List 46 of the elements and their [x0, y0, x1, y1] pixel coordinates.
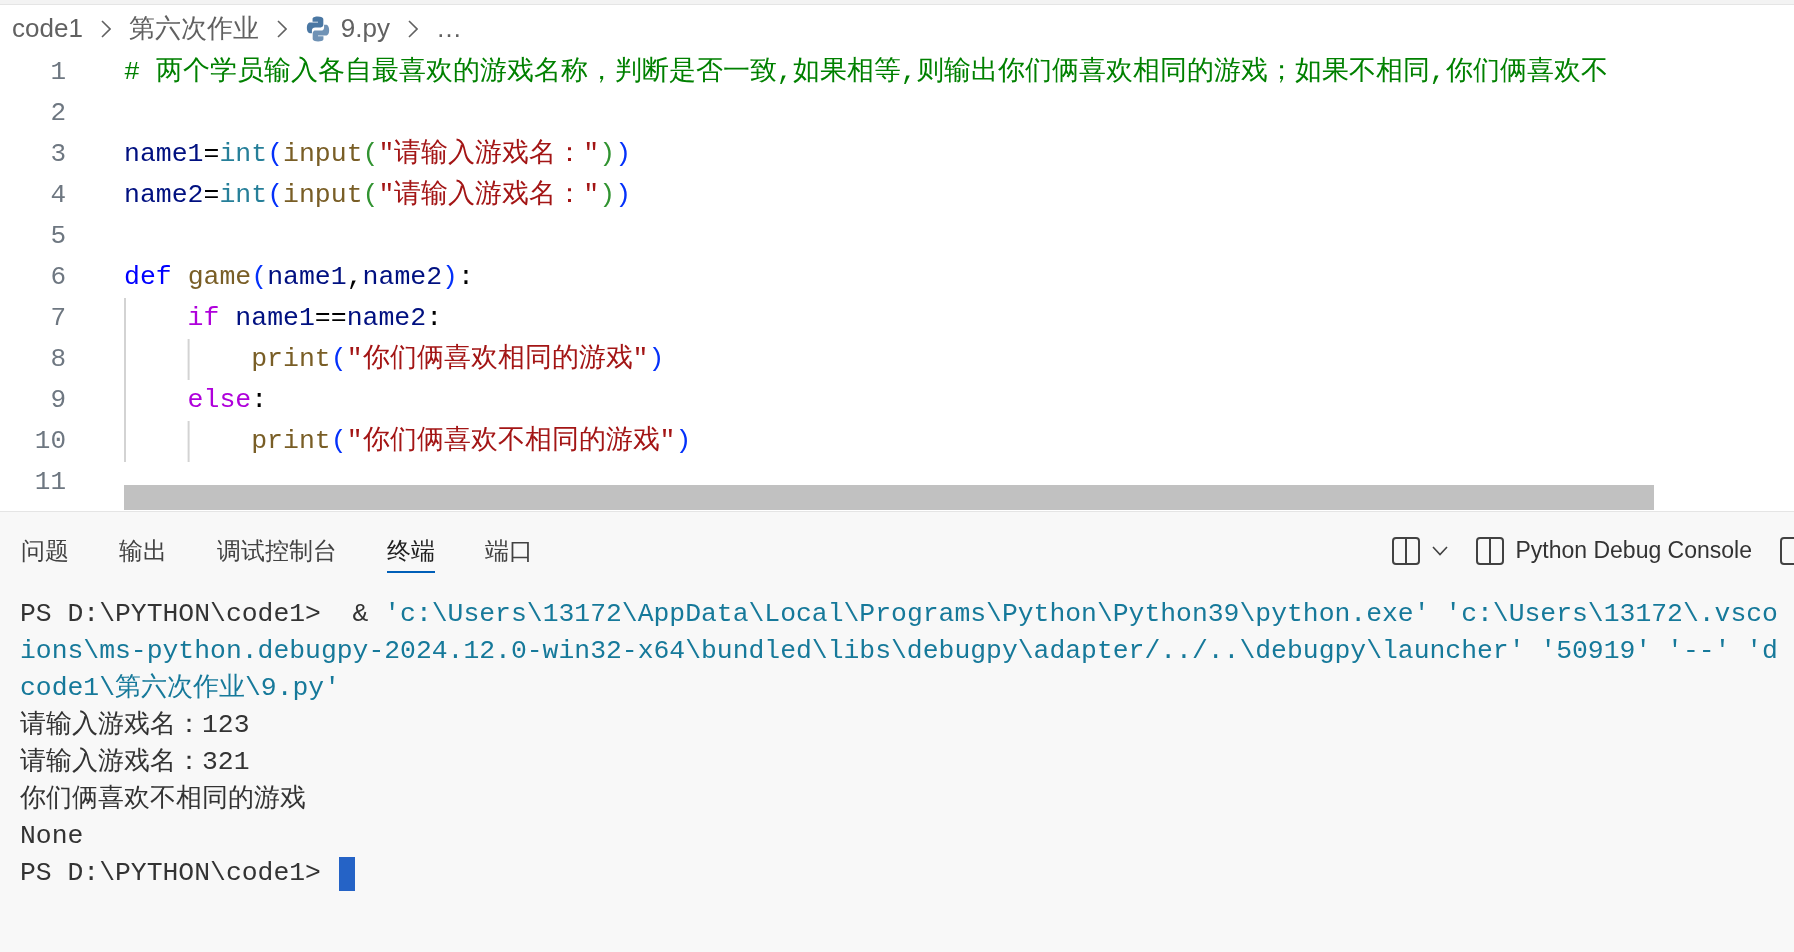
line-number: 5 — [50, 220, 66, 253]
panel-tab[interactable]: 终端 — [387, 528, 435, 573]
terminal-line: 请输入游戏名：321 — [20, 746, 250, 779]
scrollbar-thumb[interactable] — [124, 485, 1654, 510]
line-number: 11 — [34, 466, 66, 499]
line-number: 7 — [50, 302, 66, 335]
line-number: 6 — [50, 261, 66, 294]
chevron-right-icon — [408, 19, 418, 38]
chevron-down-icon[interactable] — [1432, 545, 1449, 556]
line-number: 4 — [50, 179, 66, 212]
code-line: if name1==name2: — [187, 302, 443, 335]
panel-tab[interactable]: 问题 — [21, 528, 69, 573]
terminal-line: PS D:\PYTHON\code1> — [20, 857, 321, 890]
line-number: 10 — [34, 425, 66, 458]
code-line: print("你们俩喜欢不相同的游戏") — [251, 425, 692, 458]
line-number: 2 — [50, 97, 66, 130]
split-icon[interactable] — [1392, 536, 1421, 565]
panel-tab[interactable]: 输出 — [119, 528, 167, 573]
terminal-tab[interactable]: Python Debug Console — [1476, 536, 1752, 565]
terminal-line: None — [20, 820, 84, 853]
code-line: name2=int(input("请输入游戏名：")) — [124, 178, 632, 212]
breadcrumb-item[interactable]: … — [436, 13, 462, 44]
terminal-line: ions\ms-python.debugpy-2024.12.0-win32-x64\bundled\libs\debugpy\adapter/../..\debugpy\launcher' '50919' '--' 'd — [20, 635, 1778, 668]
breadcrumb-item[interactable]: 第六次作业 — [128, 11, 259, 46]
code-line: else: — [187, 384, 268, 417]
line-number: 3 — [50, 138, 66, 171]
breadcrumb-item[interactable]: code1 — [12, 13, 83, 44]
panel-layout-icon[interactable] — [1780, 536, 1794, 565]
file-type-icon — [304, 15, 331, 42]
line-number: 8 — [50, 343, 66, 376]
terminal-line: 你们俩喜欢不相同的游戏 — [20, 783, 306, 816]
terminal-line: PS D:\PYTHON\code1> & 'c:\Users\13172\AppData\Local\Programs\Python\Python39\python.exe' 'c:\Users\13172\.vsco — [20, 598, 1778, 631]
line-number: 1 — [50, 56, 66, 89]
terminal-line: code1\第六次作业\9.py' — [20, 672, 341, 705]
chevron-right-icon — [100, 19, 111, 38]
line-number: 9 — [50, 384, 66, 417]
panel-tab[interactable]: 端口 — [485, 528, 533, 573]
code-line: def game(name1,name2): — [124, 261, 474, 294]
split-icon — [1476, 536, 1505, 565]
code-line: print("你们俩喜欢相同的游戏") — [251, 343, 665, 376]
panel-tab[interactable]: 调试控制台 — [217, 528, 337, 573]
code-line: # 两个学员输入各自最喜欢的游戏名称，判断是否一致,如果相等,则输出你们俩喜欢相同的游戏；如果不相同,你们俩喜欢不 — [124, 55, 1608, 89]
terminal-line: 请输入游戏名：123 — [20, 709, 250, 742]
code-line: name1=int(input("请输入游戏名：")) — [124, 137, 632, 171]
chevron-right-icon — [276, 19, 287, 38]
breadcrumb-item[interactable]: 9.py — [304, 13, 390, 44]
